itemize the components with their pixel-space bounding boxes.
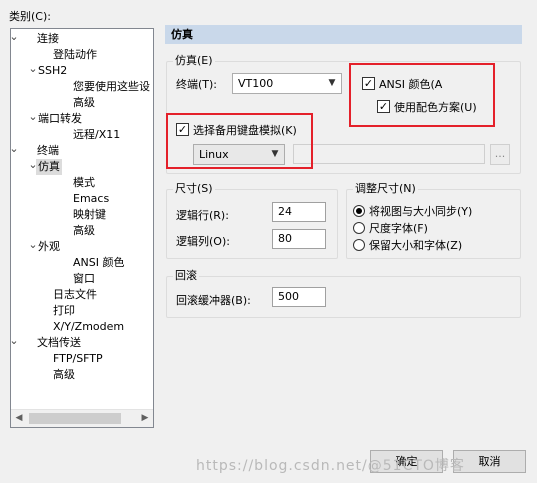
tree-item-label: 文档传送 <box>37 336 81 349</box>
tree-item-label: 登陆动作 <box>53 48 97 61</box>
terminal-value: VT100 <box>238 77 274 90</box>
tree-item-label: 远程/X11 <box>73 128 121 141</box>
tree-item[interactable]: ANSI 颜色 <box>11 255 153 271</box>
tree-item-label: ANSI 颜色 <box>73 256 125 269</box>
tree-item-label: 日志文件 <box>53 288 97 301</box>
ansi-color-checkbox[interactable]: ✓ <box>362 77 375 90</box>
tree-horizontal-scrollbar[interactable]: ◀ ▶ <box>11 409 153 427</box>
rows-input[interactable]: 24 <box>272 202 326 222</box>
chevron-down-icon[interactable]: ⌄ <box>28 111 38 127</box>
scroll-left-icon[interactable]: ◀ <box>11 410 27 427</box>
resize-option-radio[interactable] <box>353 205 365 217</box>
use-color-scheme-label: 使用配色方案(U) <box>394 101 477 114</box>
tree-item-label: 仿真 <box>36 159 62 175</box>
tree-item[interactable]: ⌄ 文档传送 <box>11 335 153 351</box>
tree-item-label: 端口转发 <box>38 112 82 125</box>
tree-item[interactable]: 您要使用这些设 <box>11 79 153 95</box>
keyboard-file-field[interactable] <box>293 144 485 164</box>
page-title: 仿真 <box>165 25 522 44</box>
tree-item-label: 打印 <box>53 304 75 317</box>
alt-keyboard-checkbox[interactable]: ✓ <box>176 123 189 136</box>
resize-option-radio[interactable] <box>353 239 365 251</box>
scrollback-buffer-input[interactable]: 500 <box>272 287 326 307</box>
category-label: 类别(C): <box>9 10 51 23</box>
chevron-down-icon: ▼ <box>328 78 336 88</box>
tree-item[interactable]: ⌄ SSH2 <box>11 63 153 79</box>
tree-item[interactable]: ⌄ 端口转发 <box>11 111 153 127</box>
chevron-down-icon[interactable]: ⌄ <box>11 143 19 159</box>
resize-group-title: 调整尺寸(N) <box>353 182 418 196</box>
chevron-down-icon: ▼ <box>271 149 279 159</box>
cols-label: 逻辑列(O): <box>176 235 230 248</box>
watermark: https://blog.csdn.net/@51CTO博客 <box>196 458 465 474</box>
resize-option-radio[interactable] <box>353 222 365 234</box>
tree-item-label: FTP/SFTP <box>53 352 103 365</box>
chevron-down-icon[interactable]: ⌄ <box>11 335 19 351</box>
tree-item-label: 外观 <box>38 240 60 253</box>
terminal-label: 终端(T): <box>176 78 218 91</box>
keyboard-value: Linux <box>199 148 229 161</box>
tree-item-label: SSH2 <box>38 64 68 77</box>
tree-item[interactable]: ⌄ 连接 <box>11 31 153 47</box>
alt-keyboard-label: 选择备用键盘模拟(K) <box>193 124 297 137</box>
tree-item-label: Emacs <box>73 192 110 205</box>
scroll-thumb[interactable] <box>29 413 121 424</box>
tree-item[interactable]: 日志文件 <box>11 287 153 303</box>
tree-item[interactable]: ⌄ 终端 <box>11 143 153 159</box>
tree-item-label: 映射键 <box>73 208 106 221</box>
rows-label: 逻辑行(R): <box>176 209 229 222</box>
tree-item[interactable]: 打印 <box>11 303 153 319</box>
tree-item[interactable]: X/Y/Zmodem <box>11 319 153 335</box>
category-tree[interactable]: ⌄ 连接 登陆动作 ⌄ SSH2 您要使用这些设 高级 ⌄ 端口转发 远程/X11 ⌄ 终端 ⌄ 仿真 模式… <box>10 28 154 428</box>
scrollback-group-title: 回滚 <box>173 269 199 283</box>
tree-item[interactable]: FTP/SFTP <box>11 351 153 367</box>
tree-item-label: 您要使用这些设 <box>73 80 150 93</box>
tree-item-label: 高级 <box>73 96 95 109</box>
terminal-select[interactable]: VT100 ▼ <box>232 73 342 94</box>
ansi-color-label: ANSI 颜色(A <box>379 78 443 91</box>
chevron-down-icon[interactable]: ⌄ <box>28 239 38 255</box>
browse-button[interactable]: ... <box>490 144 510 165</box>
tree-item[interactable]: 高级 <box>11 223 153 239</box>
resize-option-label: 尺度字体(F) <box>369 222 428 235</box>
tree-item-label: 窗口 <box>73 272 95 285</box>
tree-item[interactable]: Emacs <box>11 191 153 207</box>
scrollback-buffer-label: 回滚缓冲器(B): <box>176 294 251 307</box>
cols-input[interactable]: 80 <box>272 229 326 249</box>
tree-item-label: X/Y/Zmodem <box>53 320 125 333</box>
tree-item[interactable]: ⌄ 仿真 <box>11 159 153 175</box>
tree-item[interactable]: 模式 <box>11 175 153 191</box>
chevron-down-icon[interactable]: ⌄ <box>28 63 38 79</box>
keyboard-select[interactable]: Linux ▼ <box>193 144 285 165</box>
tree-item-label: 模式 <box>73 176 95 189</box>
tree-item[interactable]: 高级 <box>11 367 153 383</box>
chevron-down-icon[interactable]: ⌄ <box>11 31 19 47</box>
tree-item[interactable]: 窗口 <box>11 271 153 287</box>
tree-item[interactable]: 远程/X11 <box>11 127 153 143</box>
resize-option-label: 将视图与大小同步(Y) <box>369 205 473 218</box>
emulation-group-title: 仿真(E) <box>173 54 215 68</box>
tree-item[interactable]: 高级 <box>11 95 153 111</box>
tree-item[interactable]: 映射键 <box>11 207 153 223</box>
tree-item-label: 终端 <box>37 144 59 157</box>
tree-item[interactable]: ⌄ 外观 <box>11 239 153 255</box>
tree-item-label: 高级 <box>53 368 75 381</box>
tree-item-label: 高级 <box>73 224 95 237</box>
tree-item[interactable]: 登陆动作 <box>11 47 153 63</box>
tree-item-label: 连接 <box>37 32 59 45</box>
resize-option-label: 保留大小和字体(Z) <box>369 239 463 252</box>
scroll-right-icon[interactable]: ▶ <box>137 410 153 427</box>
use-color-scheme-checkbox[interactable]: ✓ <box>377 100 390 113</box>
size-group-title: 尺寸(S) <box>173 182 215 196</box>
